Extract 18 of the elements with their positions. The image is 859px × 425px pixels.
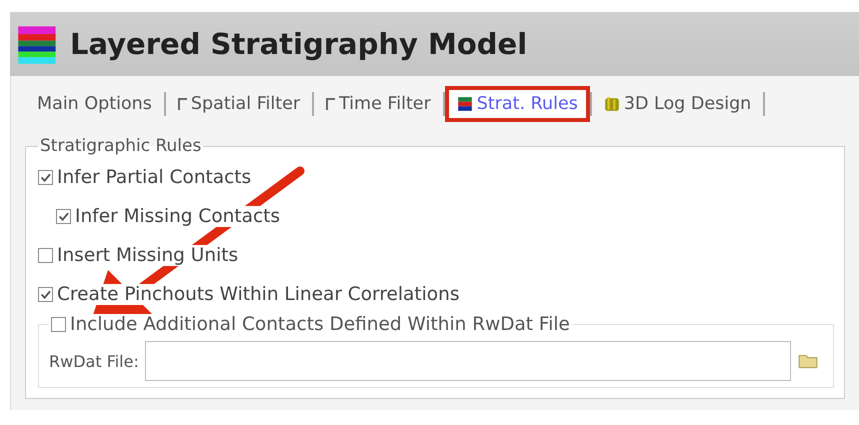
window-title: Layered Stratigraphy Model <box>70 27 528 61</box>
option-label: Insert Missing Units <box>57 245 238 266</box>
log-icon <box>604 96 620 112</box>
tab[interactable]: Main Options <box>25 86 164 122</box>
checkbox[interactable] <box>38 248 53 263</box>
tab[interactable]: 3D Log Design <box>592 86 764 122</box>
field-label: RwDat File: <box>49 352 139 370</box>
tab[interactable]: Strat. Rules <box>444 86 590 122</box>
checkbox[interactable] <box>38 287 53 302</box>
option-label: Infer Missing Contacts <box>75 206 280 227</box>
checkbox[interactable] <box>38 170 53 185</box>
layers-icon <box>456 96 473 112</box>
group-title: Stratigraphic Rules <box>39 136 202 156</box>
checkbox[interactable] <box>51 317 66 332</box>
tab[interactable]: Spatial Filter <box>166 86 312 122</box>
tab[interactable]: Time Filter <box>314 86 443 122</box>
checkbox[interactable] <box>56 209 71 224</box>
option-label: Create Pinchouts Within Linear Correlations <box>57 284 460 305</box>
